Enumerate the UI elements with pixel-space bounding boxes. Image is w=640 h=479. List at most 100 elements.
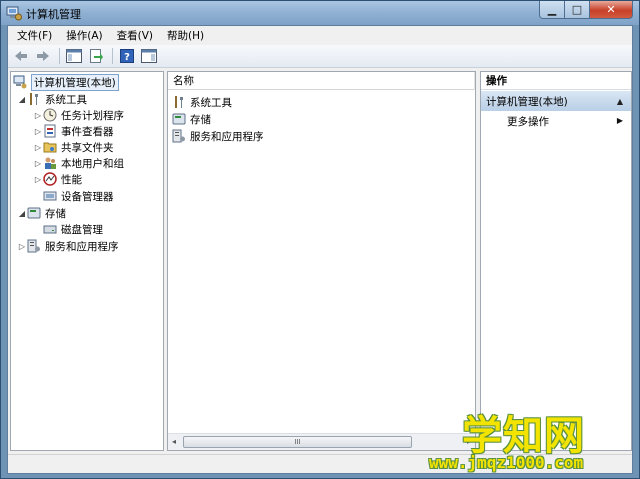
minimize-button[interactable]: ▁ xyxy=(539,1,565,19)
tree-item-label: 共享文件夹 xyxy=(61,141,114,154)
minimize-icon: ▁ xyxy=(547,3,557,16)
caption-buttons: ▁ □ ✕ xyxy=(539,1,633,19)
svg-text:?: ? xyxy=(124,52,130,63)
tree-root[interactable]: 计算机管理(本地) xyxy=(13,73,119,91)
expand-toggle-icon[interactable]: ▷ xyxy=(33,111,43,120)
tree-item-performance[interactable]: ▷ 性能 xyxy=(33,171,82,187)
tree-item-task-scheduler[interactable]: ▷ 任务计划程序 xyxy=(33,107,124,123)
list-item-services-apps[interactable]: 服务和应用程序 xyxy=(172,128,264,144)
shared-folder-icon xyxy=(43,142,57,153)
toolbar-separator xyxy=(112,48,113,64)
console-tree-pane[interactable]: 计算机管理(本地) ◢ 系统工具 ▷ 任务计划程序 ▷ 事件查看器 ▷ 共享文件 xyxy=(10,71,164,451)
list-item-label: 服务和应用程序 xyxy=(190,130,264,143)
services-icon xyxy=(27,239,40,253)
tree-item-label: 本地用户和组 xyxy=(61,157,124,170)
event-viewer-icon xyxy=(44,124,56,138)
forward-button[interactable] xyxy=(33,47,53,65)
expand-toggle-icon[interactable]: ▷ xyxy=(17,242,27,251)
storage-icon xyxy=(27,207,41,219)
actions-section-computer-management[interactable]: 计算机管理(本地) ▲ xyxy=(481,91,631,111)
scrollbar-thumb[interactable]: III xyxy=(183,436,412,448)
device-manager-icon xyxy=(43,191,57,201)
tree-item-system-tools[interactable]: ◢ 系统工具 xyxy=(17,91,87,107)
help-icon: ? xyxy=(120,49,134,63)
expand-toggle-icon[interactable]: ▷ xyxy=(33,159,43,168)
toolbar-separator xyxy=(59,48,60,64)
column-header-label: 名称 xyxy=(173,75,194,87)
tree-item-services-apps[interactable]: ▷ 服务和应用程序 xyxy=(17,238,119,254)
help-button[interactable]: ? xyxy=(117,47,137,65)
menu-help[interactable]: 帮助(H) xyxy=(162,26,209,45)
computer-management-icon xyxy=(13,75,27,89)
collapse-toggle-icon[interactable]: ◢ xyxy=(17,209,27,218)
collapse-up-icon[interactable]: ▲ xyxy=(617,97,623,106)
list-item-label: 系统工具 xyxy=(190,96,232,109)
actions-header: 操作 xyxy=(481,72,631,90)
performance-icon xyxy=(43,172,57,186)
expand-toggle-icon[interactable]: ▷ xyxy=(33,143,43,152)
forward-arrow-icon xyxy=(37,51,49,61)
submenu-arrow-icon[interactable]: ▶ xyxy=(617,116,623,125)
tree-item-label: 事件查看器 xyxy=(61,125,114,138)
tree-item-label: 设备管理器 xyxy=(61,190,114,203)
tree-item-event-viewer[interactable]: ▷ 事件查看器 xyxy=(33,123,114,139)
back-arrow-icon xyxy=(15,51,27,61)
tools-icon xyxy=(30,93,38,105)
tree-item-label: 存储 xyxy=(45,207,66,220)
tree-root-label: 计算机管理(本地) xyxy=(31,73,119,91)
maximize-icon: □ xyxy=(571,3,583,16)
title-bar[interactable]: 计算机管理 ▁ □ ✕ xyxy=(1,1,639,25)
maximize-button[interactable]: □ xyxy=(565,1,590,19)
list-item-storage[interactable]: 存储 xyxy=(172,111,211,127)
actions-header-label: 操作 xyxy=(486,75,507,87)
services-icon xyxy=(172,129,185,143)
tree-item-disk-management[interactable]: 磁盘管理 xyxy=(33,221,103,237)
show-hide-action-pane-icon xyxy=(141,49,157,63)
watermark: 学知网 www.jmqz1000.com xyxy=(429,403,629,473)
toolbar: ? xyxy=(8,45,632,68)
expand-toggle-icon[interactable]: ▷ xyxy=(33,175,43,184)
tree-item-label: 磁盘管理 xyxy=(61,223,103,236)
users-icon xyxy=(45,157,56,169)
menu-view[interactable]: 查看(V) xyxy=(112,26,158,45)
tree-item-label: 性能 xyxy=(61,173,82,186)
actions-section-label: 计算机管理(本地) xyxy=(486,95,568,108)
details-pane[interactable]: 名称 系统工具 存储 服务和应用程序 ◂ III ▸ xyxy=(167,71,476,451)
list-item-system-tools[interactable]: 系统工具 xyxy=(172,94,232,110)
more-actions-label: 更多操作 xyxy=(507,115,549,128)
window-title: 计算机管理 xyxy=(26,8,81,21)
menu-file[interactable]: 文件(F) xyxy=(12,26,57,45)
tree-item-storage[interactable]: ◢ 存储 xyxy=(17,205,66,221)
tree-item-local-users[interactable]: ▷ 本地用户和组 xyxy=(33,155,124,171)
more-actions-item[interactable]: 更多操作 xyxy=(507,113,549,129)
export-list-button[interactable] xyxy=(86,47,106,65)
list-item-label: 存储 xyxy=(190,113,211,126)
tree-item-label: 服务和应用程序 xyxy=(45,240,119,253)
close-button[interactable]: ✕ xyxy=(590,1,633,19)
storage-icon xyxy=(172,113,186,125)
actions-pane: 操作 计算机管理(本地) ▲ 更多操作 ▶ xyxy=(480,71,632,451)
tree-item-shared-folders[interactable]: ▷ 共享文件夹 xyxy=(33,139,114,155)
computer-management-window: 计算机管理 ▁ □ ✕ 文件(F) 操作(A) 查看(V) 帮助(H) ? 计算… xyxy=(0,0,640,479)
tree-item-label: 任务计划程序 xyxy=(61,109,124,122)
show-hide-action-pane-button[interactable] xyxy=(139,47,159,65)
menu-bar: 文件(F) 操作(A) 查看(V) 帮助(H) xyxy=(8,26,632,45)
disk-icon xyxy=(43,225,57,234)
tools-icon xyxy=(175,96,183,108)
expand-toggle-icon[interactable]: ▷ xyxy=(33,127,43,136)
clock-icon xyxy=(43,108,57,122)
collapse-toggle-icon[interactable]: ◢ xyxy=(17,95,27,104)
column-divider[interactable] xyxy=(474,72,475,90)
scroll-left-icon[interactable]: ◂ xyxy=(172,437,176,446)
export-list-icon xyxy=(90,49,103,63)
show-hide-console-tree-button[interactable] xyxy=(64,47,84,65)
computer-management-icon xyxy=(6,6,22,21)
back-button[interactable] xyxy=(11,47,31,65)
watermark-url: www.jmqz1000.com xyxy=(429,453,584,472)
close-icon: ✕ xyxy=(606,3,616,16)
tree-item-device-manager[interactable]: 设备管理器 xyxy=(33,188,114,204)
tree-item-label: 系统工具 xyxy=(45,93,87,106)
menu-action[interactable]: 操作(A) xyxy=(61,26,107,45)
name-column-header[interactable]: 名称 xyxy=(168,72,475,90)
scroll-grip-icon: III xyxy=(294,438,301,446)
